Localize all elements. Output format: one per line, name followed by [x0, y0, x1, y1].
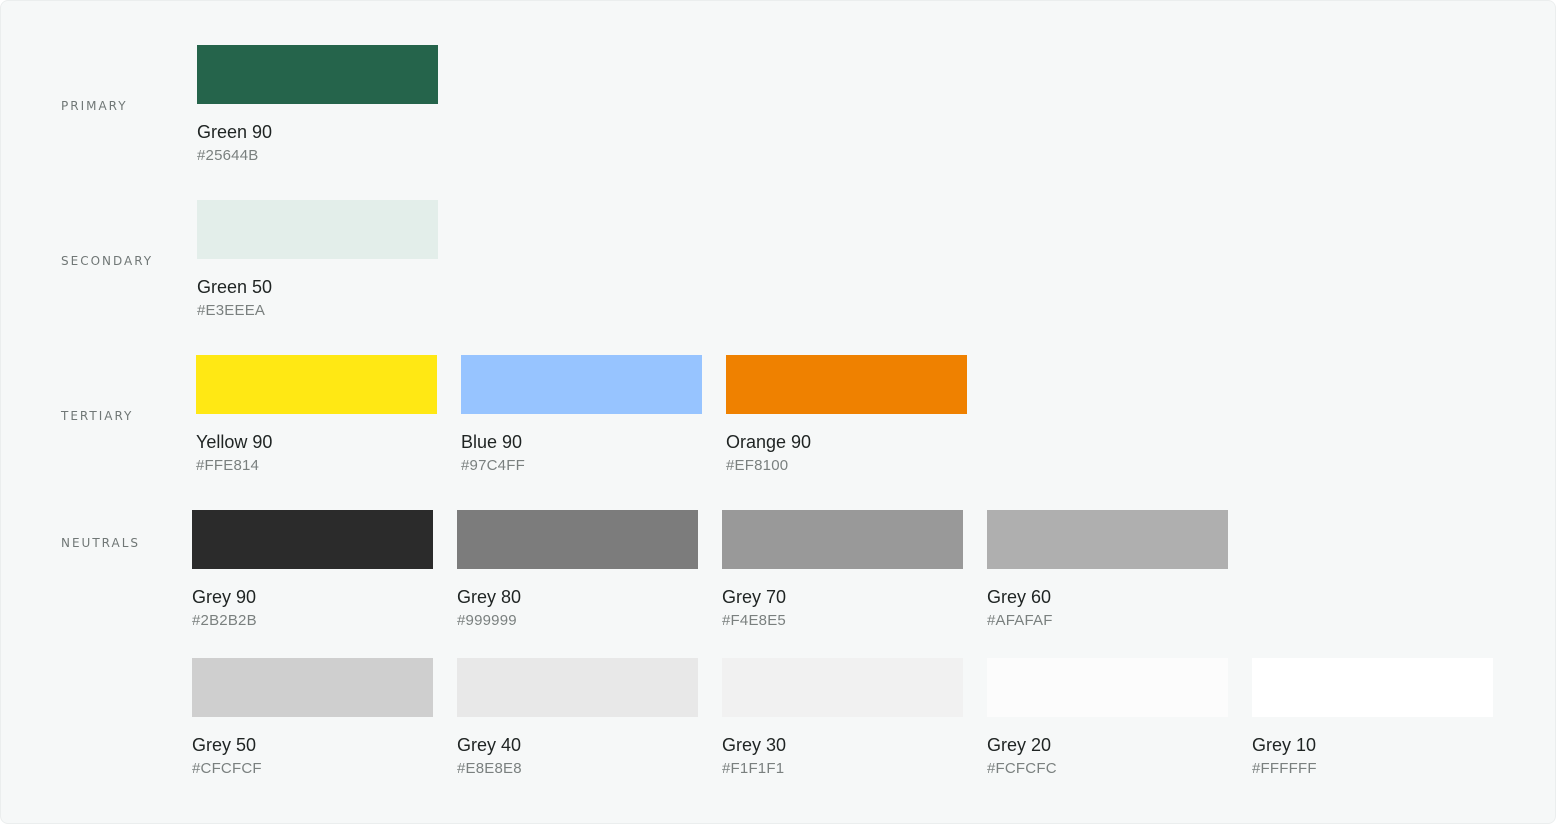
swatch-name: Grey 70 — [722, 587, 787, 607]
swatch-hex: #97C4FF — [461, 457, 525, 474]
swatch-name: Grey 50 — [192, 735, 257, 755]
swatch-card-yellow-90: Yellow 90 #FFE814 — [196, 355, 437, 475]
color-swatch — [196, 355, 437, 414]
swatch-card-grey-60: Grey 60 #AFAFAF — [987, 510, 1228, 630]
swatch-name: Grey 30 — [722, 735, 787, 755]
swatch-hex: #AFAFAF — [987, 612, 1053, 629]
color-swatch — [457, 658, 698, 717]
section-label-neutrals: NEUTRALS — [61, 536, 141, 550]
color-palette-page: PRIMARY SECONDARY TERTIARY NEUTRALS Gree… — [0, 0, 1556, 824]
color-swatch — [197, 200, 438, 259]
swatch-card-grey-90: Grey 90 #2B2B2B — [192, 510, 433, 630]
swatch-card-grey-40: Grey 40 #E8E8E8 — [457, 658, 698, 778]
swatch-card-grey-50: Grey 50 #CFCFCF — [192, 658, 433, 778]
swatch-name: Orange 90 — [726, 432, 812, 452]
color-swatch — [461, 355, 702, 414]
swatch-hex: #CFCFCF — [192, 760, 262, 777]
swatch-hex: #E8E8E8 — [457, 760, 522, 777]
swatch-hex: #999999 — [457, 612, 517, 629]
color-swatch — [457, 510, 698, 569]
color-swatch — [987, 658, 1228, 717]
swatch-hex: #2B2B2B — [192, 612, 257, 629]
swatch-hex: #FFFFFF — [1252, 760, 1317, 777]
swatch-card-grey-10: Grey 10 #FFFFFF — [1252, 658, 1493, 778]
swatch-card-blue-90: Blue 90 #97C4FF — [461, 355, 702, 475]
swatch-hex: #F1F1F1 — [722, 760, 785, 777]
swatch-card-green-90: Green 90 #25644B — [197, 45, 438, 165]
swatch-hex: #FCFCFC — [987, 760, 1057, 777]
swatch-name: Grey 40 — [457, 735, 522, 755]
color-swatch — [726, 355, 967, 414]
swatch-hex: #25644B — [197, 147, 259, 164]
swatch-name: Green 50 — [197, 277, 273, 297]
swatch-hex: #F4E8E5 — [722, 612, 786, 629]
swatch-name: Green 90 — [197, 122, 273, 142]
swatch-hex: #EF8100 — [726, 457, 789, 474]
section-label-secondary: SECONDARY — [61, 254, 154, 268]
color-swatch — [1252, 658, 1493, 717]
section-label-tertiary: TERTIARY — [61, 409, 134, 423]
swatch-name: Grey 90 — [192, 587, 257, 607]
color-swatch — [722, 510, 963, 569]
swatch-name: Grey 60 — [987, 587, 1052, 607]
swatch-name: Yellow 90 — [196, 432, 273, 452]
swatch-card-grey-30: Grey 30 #F1F1F1 — [722, 658, 963, 778]
swatch-card-grey-70: Grey 70 #F4E8E5 — [722, 510, 963, 630]
color-swatch — [987, 510, 1228, 569]
color-swatch — [722, 658, 963, 717]
swatch-name: Grey 80 — [457, 587, 522, 607]
swatch-name: Grey 20 — [987, 735, 1052, 755]
swatch-name: Blue 90 — [461, 432, 523, 452]
swatch-name: Grey 10 — [1252, 735, 1317, 755]
swatch-card-grey-80: Grey 80 #999999 — [457, 510, 698, 630]
color-swatch — [197, 45, 438, 104]
section-label-primary: PRIMARY — [61, 99, 128, 113]
swatch-card-green-50: Green 50 #E3EEEA — [197, 200, 438, 320]
swatch-card-orange-90: Orange 90 #EF8100 — [726, 355, 967, 475]
color-swatch — [192, 658, 433, 717]
swatch-hex: #E3EEEA — [197, 302, 266, 319]
swatch-hex: #FFE814 — [196, 457, 260, 474]
swatch-card-grey-20: Grey 20 #FCFCFC — [987, 658, 1228, 778]
color-swatch — [192, 510, 433, 569]
